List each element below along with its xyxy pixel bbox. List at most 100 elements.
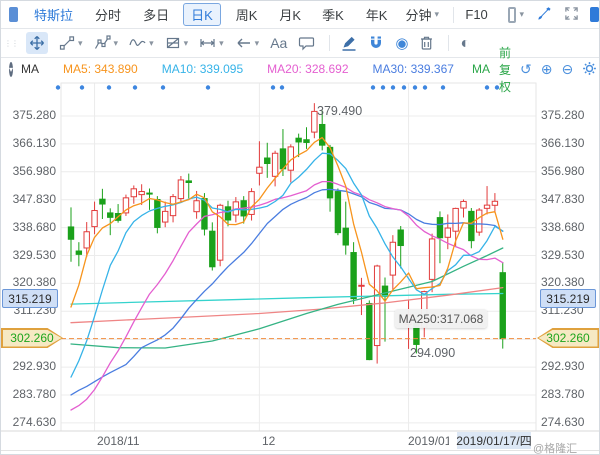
tab-fenzhong[interactable]: 分钟: [405, 5, 431, 24]
top-tab-bar: 特斯拉 分时 多日 日K 周K 月K 季K 年K 分钟▾ F10 ▾: [1, 1, 599, 29]
tab-jik[interactable]: 季K: [322, 5, 344, 24]
trendline-tool[interactable]: ▾: [59, 35, 83, 51]
ma-value-1: MA10: 339.095: [162, 62, 243, 76]
x-axis-label: 2019/01: [408, 434, 449, 448]
ma-value-2: MA20: 328.692: [267, 62, 348, 76]
panel-left-icon[interactable]: [9, 7, 18, 22]
x-axis-label: 2018/11: [97, 434, 157, 448]
wave-tool[interactable]: ▾: [129, 35, 154, 51]
low-annotation: 294.090: [410, 346, 455, 360]
brush-icon[interactable]: [537, 6, 552, 24]
event-dot[interactable]: [371, 85, 375, 89]
ma-green-label[interactable]: MA: [472, 62, 490, 76]
y-axis-label: 292.930: [1, 359, 56, 373]
last-price-value: 302.260: [1, 328, 63, 348]
event-dot[interactable]: [485, 85, 489, 89]
magnet-tool[interactable]: [368, 35, 384, 51]
contrast-toggle[interactable]: ◐: [460, 36, 470, 51]
undo-icon[interactable]: ↺: [520, 62, 532, 76]
y-axis-label: 329.530: [1, 248, 56, 262]
pencil-tool[interactable]: [341, 35, 357, 51]
gann-box-tool[interactable]: ▾: [165, 35, 189, 51]
ma-values: MA5: 343.890 MA10: 339.095 MA20: 328.692 MA…: [39, 62, 454, 76]
settings-icon[interactable]: [582, 61, 597, 78]
callout-tool[interactable]: [298, 35, 315, 51]
crosshair-price-label-right: 315.219: [540, 289, 596, 308]
y-axis-label: 283.780: [541, 387, 584, 401]
event-dot[interactable]: [280, 85, 284, 89]
indicator-toggle-icon[interactable]: ▾: [9, 62, 13, 77]
y-axis-label: 329.530: [541, 248, 584, 262]
checkbox-icon[interactable]: [508, 7, 517, 23]
zoom-in-icon[interactable]: ⊕: [541, 62, 553, 76]
zoom-out-icon[interactable]: ⊖: [561, 62, 573, 76]
event-dot[interactable]: [441, 85, 445, 89]
app-window: 特斯拉 分时 多日 日K 周K 月K 季K 年K 分钟▾ F10 ▾ ⋮⋮ ▾▾…: [0, 0, 600, 455]
event-dot[interactable]: [133, 85, 137, 89]
ma-value-0: MA5: 343.890: [63, 62, 138, 76]
event-dot[interactable]: [381, 85, 385, 89]
y-axis-label: 356.980: [1, 164, 56, 178]
high-annotation: 379.490: [317, 104, 362, 118]
event-dot[interactable]: [423, 85, 427, 89]
tab-duori[interactable]: 多日: [143, 5, 169, 24]
y-axis-label: 274.630: [1, 415, 56, 429]
chevron-down-icon: ▾: [184, 38, 189, 49]
y-axis-label: 338.680: [1, 220, 56, 234]
chevron-down-icon: ▾: [434, 9, 439, 20]
y-axis-label: 274.630: [541, 415, 584, 429]
panel-right-icon[interactable]: [590, 7, 599, 22]
event-dot[interactable]: [107, 85, 111, 89]
ma-button[interactable]: MA: [21, 62, 39, 76]
chevron-down-icon: ▾: [149, 38, 154, 49]
arrow-tool[interactable]: ▾: [235, 35, 260, 51]
move-tool[interactable]: [26, 32, 48, 54]
indicator-bar: ▾ MA MA5: 343.890 MA10: 339.095 MA20: 328.…: [1, 58, 599, 80]
y-axis-label: 347.830: [1, 192, 56, 206]
chevron-down-icon: ▾: [78, 38, 83, 49]
event-dot[interactable]: [271, 85, 275, 89]
trash-tool[interactable]: [419, 35, 434, 51]
event-dot[interactable]: [206, 85, 210, 89]
tab-symbol[interactable]: 特斯拉: [34, 5, 73, 24]
event-dot[interactable]: [402, 85, 406, 89]
event-dot[interactable]: [80, 85, 84, 89]
crosshair-price-label-left: 315.219: [2, 289, 58, 308]
tab-yuek[interactable]: 月K: [279, 5, 301, 24]
event-dot[interactable]: [391, 85, 395, 89]
adjust-mode-label[interactable]: 前复权: [499, 44, 511, 95]
text-tool[interactable]: Aa: [270, 35, 287, 51]
event-dot[interactable]: [413, 85, 417, 89]
tab-zhouk[interactable]: 周K: [236, 5, 258, 24]
last-price-tag-left: 302.260: [1, 328, 63, 348]
ma-value-3: MA30: 339.367: [373, 62, 454, 76]
divider: [448, 35, 449, 51]
tab-f10[interactable]: F10: [465, 7, 487, 22]
measure-tool[interactable]: ▾: [199, 35, 224, 51]
y-axis-label: 375.280: [1, 108, 56, 122]
event-dot[interactable]: [161, 85, 165, 89]
expand-icon[interactable]: [564, 6, 579, 24]
polyline-tool[interactable]: ▾: [94, 35, 119, 51]
drag-handle[interactable]: ⋮⋮: [4, 40, 18, 47]
crosshair-date-label: 2019/01/17/四: [457, 432, 531, 449]
tab-niank[interactable]: 年K: [366, 5, 388, 24]
last-price-value: 302.260: [537, 328, 599, 348]
divider: [329, 35, 330, 51]
tab-rik-selected[interactable]: 日K: [183, 3, 221, 26]
tab-fenshi[interactable]: 分时: [95, 5, 121, 24]
y-axis-label: 320.380: [1, 275, 56, 289]
watermark: @格隆汇: [533, 440, 577, 455]
event-dot[interactable]: [56, 85, 60, 89]
chevron-down-icon: ▾: [255, 38, 260, 49]
target-tool[interactable]: ◉: [395, 36, 408, 51]
y-axis-label: 347.830: [541, 192, 584, 206]
x-axis-label: 12: [262, 434, 292, 448]
y-axis-label: 356.980: [541, 164, 584, 178]
last-price-tag-right: 302.260: [537, 328, 599, 348]
y-axis-label: 320.380: [541, 275, 584, 289]
chevron-down-icon: ▾: [219, 38, 224, 49]
y-axis-label: 338.680: [541, 220, 584, 234]
y-axis-label: 292.930: [541, 359, 584, 373]
indicator-actions: ↺ ⊕ ⊖: [511, 61, 597, 78]
